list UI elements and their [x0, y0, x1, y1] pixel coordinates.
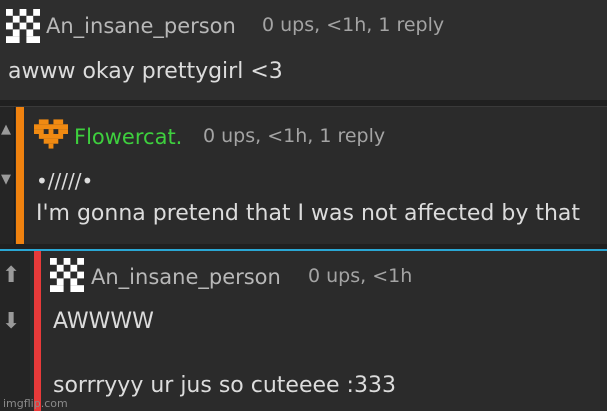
comment-3: ⬆ ⬇ An_insane_person 0 ups, <1h AWWWW so… [0, 249, 607, 411]
checker-avatar-icon[interactable] [6, 9, 40, 43]
reply-accent-bar [34, 251, 41, 411]
comment-text: awww okay prettygirl <3 [8, 59, 283, 84]
upvote-button[interactable]: ▲ [1, 123, 11, 136]
comment-text-line-1: •/////• [36, 169, 94, 193]
comment-username[interactable]: An_insane_person [91, 267, 281, 288]
downvote-button[interactable]: ▼ [1, 173, 11, 186]
checker-avatar-icon[interactable] [50, 258, 84, 292]
vote-column: ⬆ ⬇ [0, 251, 30, 411]
vote-column: ▲ ▼ [0, 107, 15, 244]
comment-2: ▲ ▼ Flowercat. 0 ups, <1h, 1 reply •////… [0, 106, 607, 244]
comment-text-line-1: AWWWW [53, 309, 154, 334]
upvote-button[interactable]: ⬆ [2, 265, 20, 287]
comment-username[interactable]: Flowercat. [74, 127, 182, 148]
comment-meta: 0 ups, <1h [308, 265, 413, 287]
comment-meta: 0 ups, <1h, 1 reply [262, 14, 445, 36]
comment-text-line-2: I'm gonna pretend that I was not affecte… [36, 201, 581, 226]
downvote-button[interactable]: ⬇ [2, 311, 20, 333]
reply-accent-bar [16, 107, 24, 244]
comment-meta: 0 ups, <1h, 1 reply [203, 125, 386, 147]
comment-username[interactable]: An_insane_person [46, 16, 236, 37]
watermark: imgflip.com [3, 397, 68, 410]
comment-text-line-2: sorrryyy ur jus so cuteeee :333 [53, 373, 396, 398]
heart-avatar-icon[interactable] [34, 119, 68, 149]
comment-1: An_insane_person 0 ups, <1h, 1 reply aww… [0, 0, 607, 100]
